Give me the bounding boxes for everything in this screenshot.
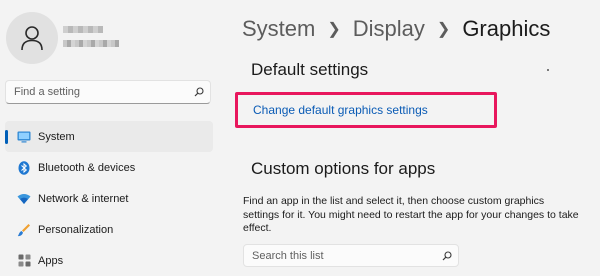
avatar[interactable] xyxy=(6,12,58,64)
custom-options-description: Find an app in the list and select it, t… xyxy=(243,195,579,235)
system-icon xyxy=(11,131,37,143)
app-list-search-input[interactable] xyxy=(244,249,436,262)
breadcrumb-system[interactable]: System xyxy=(242,16,315,42)
breadcrumb-display[interactable]: Display xyxy=(353,16,425,42)
sidebar-item-personalization[interactable]: Personalization xyxy=(5,214,213,245)
settings-search-box[interactable] xyxy=(5,80,211,104)
chevron-right-icon: ❯ xyxy=(436,21,451,38)
settings-search-input[interactable] xyxy=(6,86,188,98)
sidebar-item-apps[interactable]: Apps xyxy=(5,245,213,276)
sidebar-item-label: Network & internet xyxy=(38,192,129,205)
sidebar-item-bluetooth-devices[interactable]: Bluetooth & devices xyxy=(5,152,213,183)
app-list-search-box[interactable] xyxy=(243,244,459,267)
sidebar-item-network-internet[interactable]: Network & internet xyxy=(5,183,213,214)
sidebar-item-label: Apps xyxy=(38,254,64,267)
page-title: Graphics xyxy=(462,16,551,41)
user-icon xyxy=(21,26,43,51)
search-icon[interactable] xyxy=(188,87,210,97)
sidebar-item-label: Bluetooth & devices xyxy=(38,161,136,174)
custom-options-heading: Custom options for apps xyxy=(251,159,436,178)
change-default-graphics-settings-link[interactable]: Change default graphics settings xyxy=(253,103,428,117)
wifi-icon xyxy=(11,193,37,205)
sidebar-item-label: System xyxy=(38,130,75,143)
sidebar-item-label: Personalization xyxy=(38,223,114,236)
brush-icon xyxy=(11,223,37,237)
breadcrumb: System ❯ Display ❯ Graphics xyxy=(242,14,550,44)
search-icon[interactable] xyxy=(436,250,458,261)
default-settings-heading: Default settings xyxy=(251,60,369,79)
sidebar: System Bluetooth & devices Network & int… xyxy=(0,0,222,267)
bluetooth-icon xyxy=(11,160,37,175)
sidebar-nav: System Bluetooth & devices Network & int… xyxy=(5,121,213,276)
apps-icon xyxy=(11,254,37,267)
divider-dot xyxy=(547,69,549,71)
sidebar-item-system[interactable]: System xyxy=(5,121,213,152)
redacted-user-name xyxy=(63,26,119,50)
chevron-right-icon: ❯ xyxy=(327,21,341,38)
